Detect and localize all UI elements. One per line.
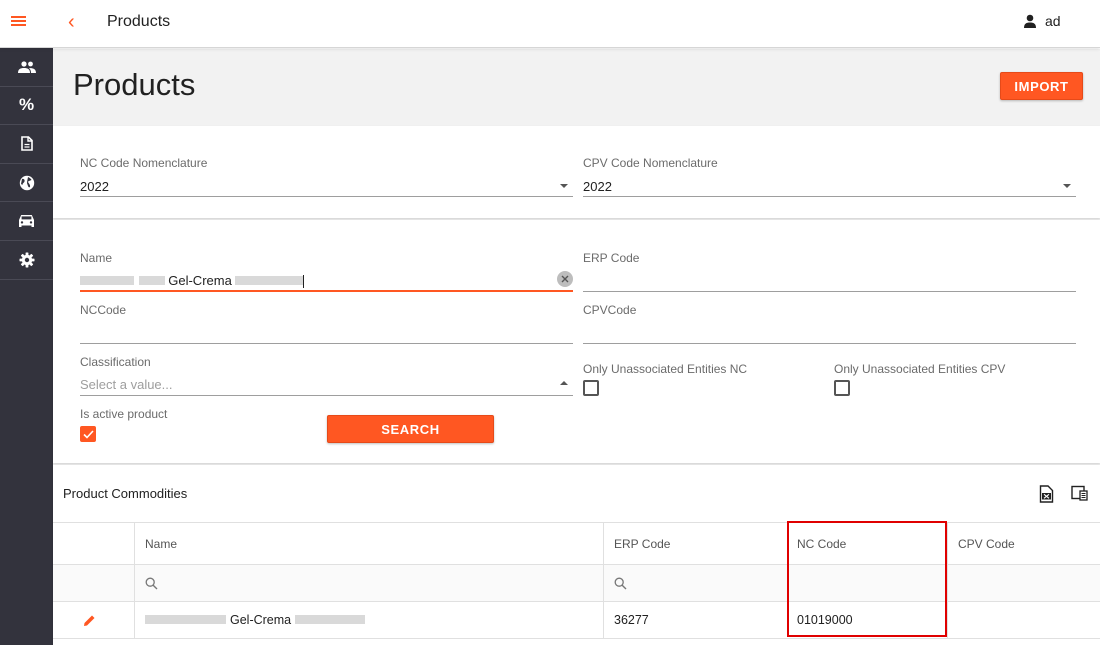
is-active-checkbox[interactable] <box>80 426 96 442</box>
sidebar: % <box>0 48 53 645</box>
grid-filter-row <box>53 564 1100 601</box>
hamburger-menu-icon[interactable] <box>11 14 27 28</box>
close-icon <box>561 275 569 283</box>
search-icon <box>145 577 158 589</box>
unassociated-cpv-checkbox[interactable] <box>834 380 850 396</box>
text-cursor <box>303 275 305 289</box>
sidebar-item-vehicles[interactable] <box>0 202 53 241</box>
users-icon <box>17 61 36 73</box>
cell-nc-code: 01019000 <box>797 613 853 627</box>
percent-icon: % <box>18 95 35 115</box>
search-button[interactable]: SEARCH <box>327 415 494 443</box>
column-header-nc-code[interactable]: NC Code <box>787 523 947 564</box>
user-icon <box>1024 14 1036 28</box>
name-field[interactable]: Gel-Crema <box>80 273 305 289</box>
nomenclature-card: NC Code Nomenclature 2022 CPV Code Nomen… <box>53 126 1100 218</box>
column-header-erp-code[interactable]: ERP Code <box>603 523 787 564</box>
nccode-label: NCCode <box>80 303 127 317</box>
back-chevron-icon[interactable]: ‹ <box>68 11 75 33</box>
unassociated-cpv-label: Only Unassociated Entities CPV <box>834 362 1006 376</box>
import-button[interactable]: IMPORT <box>1000 72 1083 100</box>
filters-card: Name Gel-Crema ERP Code NCCode CPVCode C… <box>53 220 1100 463</box>
edit-pencil-icon[interactable] <box>83 614 96 632</box>
is-active-label: Is active product <box>80 407 168 421</box>
cpv-filter-cell[interactable] <box>947 565 1100 601</box>
user-name: ad <box>1045 13 1061 29</box>
cell-erp-code: 36277 <box>603 602 787 638</box>
redacted-text <box>235 276 304 286</box>
erp-code-label: ERP Code <box>583 251 640 265</box>
table-row: Gel-Crema 36277 01019000 <box>53 601 1100 639</box>
unassociated-nc-checkbox[interactable] <box>583 380 599 396</box>
sidebar-item-users[interactable] <box>0 48 53 87</box>
grid-title: Product Commodities <box>63 486 188 501</box>
column-header-name[interactable]: Name <box>134 523 603 564</box>
grid-header-row: Name ERP Code NC Code CPV Code <box>53 522 1100 564</box>
chevron-down-icon[interactable] <box>560 184 568 188</box>
redacted-text <box>138 276 165 286</box>
cpvcode-label: CPVCode <box>583 303 637 317</box>
nc-nomenclature-underline <box>80 196 573 197</box>
column-header-cpv-code[interactable]: CPV Code <box>947 523 1100 564</box>
classification-label: Classification <box>80 355 151 369</box>
sidebar-item-settings[interactable] <box>0 241 53 280</box>
sidebar-item-globe[interactable] <box>0 164 53 203</box>
cpv-nomenclature-value: 2022 <box>583 179 612 194</box>
column-chooser-icon[interactable] <box>1071 485 1088 501</box>
checkmark-icon <box>82 429 94 439</box>
clear-input-icon[interactable] <box>557 271 573 287</box>
name-field-underline <box>80 290 573 292</box>
unassociated-nc-label: Only Unassociated Entities NC <box>583 362 748 376</box>
chevron-up-icon[interactable] <box>560 381 568 385</box>
cpv-nomenclature-label: CPV Code Nomenclature <box>583 156 718 170</box>
product-commodities-card: Product Commodities Name ERP Code NC Cod… <box>53 465 1100 645</box>
main-content: Products IMPORT NC Code Nomenclature 202… <box>53 49 1100 645</box>
erp-filter-cell[interactable] <box>603 565 787 601</box>
erp-code-input[interactable] <box>583 291 1076 292</box>
nccode-input[interactable] <box>80 343 573 344</box>
nc-nomenclature-value: 2022 <box>80 179 109 194</box>
export-excel-icon[interactable] <box>1039 485 1055 503</box>
sidebar-item-percent[interactable]: % <box>0 87 53 126</box>
sidebar-item-documents[interactable] <box>0 125 53 164</box>
name-filter-cell[interactable] <box>134 565 603 601</box>
cell-cpv-code <box>947 602 1100 638</box>
search-icon <box>614 577 627 589</box>
row-name-value: Gel-Crema <box>230 613 292 627</box>
redacted-text <box>80 276 134 286</box>
top-bar: ‹ Products ad <box>0 0 1100 48</box>
app-bar-title: Products <box>107 13 171 30</box>
user-menu[interactable]: ad <box>1024 13 1061 29</box>
nc-nomenclature-label: NC Code Nomenclature <box>80 156 208 170</box>
chevron-down-icon[interactable] <box>1063 184 1071 188</box>
globe-icon <box>19 175 34 190</box>
cell-name: Gel-Crema <box>134 602 603 638</box>
gear-icon <box>19 252 34 268</box>
classification-placeholder: Select a value... <box>80 377 173 392</box>
cpv-nomenclature-underline <box>583 196 1076 197</box>
nc-filter-cell[interactable] <box>787 565 947 601</box>
name-field-label: Name <box>80 251 113 265</box>
redacted-text <box>145 614 226 624</box>
document-icon <box>20 136 33 152</box>
name-field-value: Gel-Crema <box>168 273 232 288</box>
classification-underline <box>80 395 573 396</box>
car-icon <box>19 215 34 228</box>
redacted-text <box>295 614 366 624</box>
cpvcode-input[interactable] <box>583 343 1076 344</box>
page-title: Products <box>73 67 196 102</box>
